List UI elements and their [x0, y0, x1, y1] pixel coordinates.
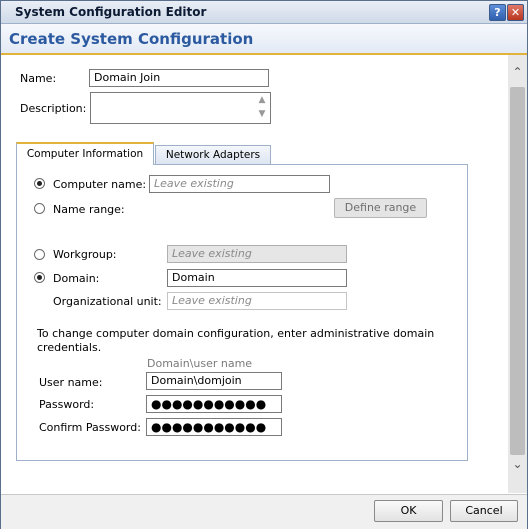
window-title: System Configuration Editor — [15, 5, 207, 19]
name-label: Name: — [20, 72, 57, 85]
username-input[interactable]: Domain\domjoin — [146, 372, 282, 390]
password-label: Password: — [39, 398, 95, 411]
workgroup-radio[interactable] — [34, 249, 45, 260]
name-input[interactable]: Domain Join — [89, 69, 269, 87]
dialog-footer: OK Cancel — [1, 494, 527, 529]
name-range-radio[interactable] — [34, 203, 45, 214]
ou-label: Organizational unit: — [53, 295, 162, 308]
dialog-window: System Configuration Editor ? ✕ Create S… — [0, 0, 528, 529]
workgroup-input[interactable]: Leave existing — [167, 245, 347, 263]
tab-network-adapters[interactable]: Network Adapters — [155, 145, 271, 165]
cancel-button[interactable]: Cancel — [450, 500, 518, 522]
description-input[interactable]: ▲ ▼ — [90, 92, 271, 124]
scroll-up-icon[interactable]: ⌃ — [508, 65, 527, 81]
username-label: User name: — [39, 376, 103, 389]
domain-radio[interactable] — [34, 272, 45, 283]
computer-name-radio[interactable] — [34, 178, 45, 189]
computer-name-label: Computer name: — [53, 178, 147, 191]
tab-computer-information[interactable]: Computer Information — [16, 142, 154, 165]
dialog-header: Create System Configuration — [1, 24, 527, 55]
ou-input[interactable]: Leave existing — [167, 292, 347, 310]
title-bar: System Configuration Editor ? ✕ — [1, 1, 527, 24]
ok-button[interactable]: OK — [374, 500, 443, 522]
computer-name-input[interactable]: Leave existing — [149, 175, 330, 193]
description-label: Description: — [20, 102, 87, 115]
vertical-scrollbar[interactable]: ⌃ ⌄ — [508, 55, 527, 493]
confirm-password-input[interactable]: ●●●●●●●●●●● — [146, 418, 282, 436]
define-range-button[interactable]: Define range — [334, 198, 427, 218]
ou-placeholder: Leave existing — [172, 294, 252, 307]
password-input[interactable]: ●●●●●●●●●●● — [146, 395, 282, 413]
scroll-thumb[interactable] — [510, 87, 525, 455]
credentials-note: To change computer domain configuration,… — [37, 327, 435, 354]
name-range-label: Name range: — [53, 203, 125, 216]
username-hint: Domain\user name — [147, 357, 253, 370]
page-title: Create System Configuration — [9, 30, 254, 48]
confirm-password-label: Confirm Password: — [39, 421, 141, 434]
textarea-scroll-down-icon[interactable]: ▼ — [256, 109, 268, 119]
domain-label: Domain: — [53, 272, 100, 285]
workgroup-label: Workgroup: — [53, 248, 117, 261]
workgroup-placeholder: Leave existing — [172, 247, 252, 260]
help-icon[interactable]: ? — [489, 4, 506, 21]
computer-name-placeholder: Leave existing — [154, 177, 234, 190]
textarea-scroll-up-icon[interactable]: ▲ — [256, 95, 268, 105]
close-icon[interactable]: ✕ — [507, 4, 524, 21]
scroll-down-icon[interactable]: ⌄ — [508, 457, 527, 473]
domain-input[interactable]: Domain — [167, 269, 347, 287]
